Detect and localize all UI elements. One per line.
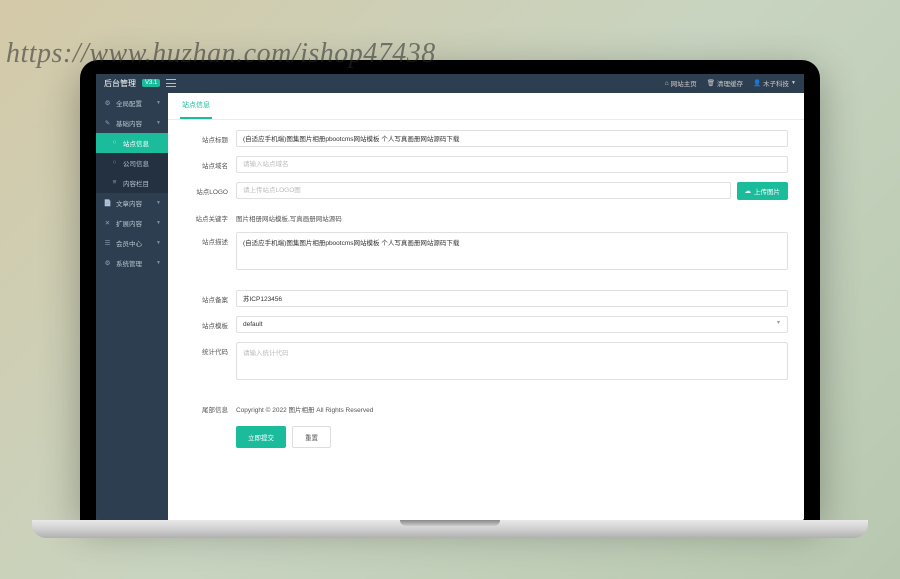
sidebar-icon: ≡ (110, 179, 119, 186)
laptop-notch (400, 520, 500, 526)
chevron-down-icon: ▼ (156, 200, 161, 206)
home-link[interactable]: ⌂ 网站主页 (665, 78, 697, 88)
reset-button[interactable]: 重置 (292, 426, 331, 448)
domain-input[interactable] (236, 156, 788, 173)
cloud-upload-icon: ☁ (745, 187, 752, 195)
sidebar-icon: ○ (110, 139, 119, 146)
sidebar-item-label: 会员中心 (116, 238, 156, 248)
stats-label: 统计代码 (184, 342, 236, 356)
sidebar-item-0[interactable]: ⚙ 全局配置▼ (96, 93, 168, 113)
tab-site-info[interactable]: 站点信息 (180, 93, 212, 119)
site-form: 站点标题 站点域名 站点LOGO ☁ 上传图片 (168, 120, 804, 458)
logo-label: 站点LOGO (184, 182, 236, 196)
version-badge: V3.1 (142, 79, 160, 87)
sidebar-item-label: 系统管理 (116, 258, 156, 268)
sidebar-icon: ○ (110, 159, 119, 166)
user-menu[interactable]: 👤 木子科技 ▼ (753, 78, 796, 88)
icp-label: 站点备案 (184, 290, 236, 304)
screen: 后台管理 V3.1 ⌂ 网站主页 🗑 清理缓存 👤 木子科技 ▼ (96, 74, 804, 520)
home-link-label: 网站主页 (671, 78, 697, 88)
icp-input[interactable] (236, 290, 788, 307)
user-icon: 👤 (753, 79, 761, 87)
sidebar-icon: 📄 (103, 199, 112, 207)
template-select[interactable] (236, 316, 788, 333)
sidebar-item-label: 基础内容 (116, 118, 156, 128)
sidebar-item-label: 全局配置 (116, 98, 156, 108)
stats-input[interactable] (236, 342, 788, 380)
chevron-down-icon: ▼ (791, 80, 796, 86)
keywords-value: 图片相册网站模板,写真画册网站源码 (236, 209, 788, 223)
clear-cache-link[interactable]: 🗑 清理缓存 (707, 78, 743, 88)
sidebar-item-8[interactable]: ⚙ 系统管理▼ (96, 253, 168, 273)
trash-icon: 🗑 (707, 79, 715, 87)
sidebar-item-3[interactable]: ○ 公司信息 (96, 153, 168, 173)
title-label: 站点标题 (184, 130, 236, 144)
desc-label: 站点描述 (184, 232, 236, 246)
clear-cache-label: 清理缓存 (717, 78, 743, 88)
desc-input[interactable] (236, 232, 788, 270)
sidebar-item-label: 内容栏目 (123, 178, 161, 188)
user-label: 木子科技 (763, 78, 789, 88)
topbar: 后台管理 V3.1 ⌂ 网站主页 🗑 清理缓存 👤 木子科技 ▼ (96, 74, 804, 93)
upload-button-label: 上传图片 (754, 186, 780, 196)
sidebar-icon: ⚙ (103, 259, 112, 267)
chevron-down-icon: ▼ (156, 240, 161, 246)
submit-button[interactable]: 立即提交 (236, 426, 286, 448)
sidebar-item-label: 文章内容 (116, 198, 156, 208)
sidebar: ⚙全局配置▼✎基础内容▼○站点信息○公司信息≡内容栏目📄文章内容▼✕扩展内容▼☰… (96, 93, 168, 520)
sidebar-item-7[interactable]: ☰ 会员中心▼ (96, 233, 168, 253)
sidebar-item-1[interactable]: ✎ 基础内容▼ (96, 113, 168, 133)
title-input[interactable] (236, 130, 788, 147)
logo-input[interactable] (236, 182, 731, 199)
main-content: 站点信息 站点标题 站点域名 站点LOGO (168, 93, 804, 520)
copyright-value: Copyright © 2022 图片相册 All Rights Reserve… (236, 400, 788, 414)
sidebar-item-5[interactable]: 📄 文章内容▼ (96, 193, 168, 213)
laptop-frame: 后台管理 V3.1 ⌂ 网站主页 🗑 清理缓存 👤 木子科技 ▼ (80, 60, 820, 520)
chevron-down-icon: ▼ (156, 260, 161, 266)
chevron-down-icon: ▼ (156, 100, 161, 106)
menu-toggle-icon[interactable] (166, 79, 176, 87)
sidebar-item-6[interactable]: ✕ 扩展内容▼ (96, 213, 168, 233)
brand-title: 后台管理 (104, 78, 136, 89)
upload-button[interactable]: ☁ 上传图片 (737, 182, 789, 200)
chevron-down-icon: ▼ (156, 220, 161, 226)
sidebar-item-label: 站点信息 (123, 138, 161, 148)
sidebar-item-label: 公司信息 (123, 158, 161, 168)
sidebar-icon: ✎ (103, 119, 112, 127)
copyright-label: 尾部信息 (184, 400, 236, 414)
chevron-down-icon: ▼ (156, 120, 161, 126)
keywords-label: 站点关键字 (184, 209, 236, 223)
sidebar-icon: ✕ (103, 219, 112, 227)
template-label: 站点模板 (184, 316, 236, 330)
sidebar-item-4[interactable]: ≡ 内容栏目 (96, 173, 168, 193)
tab-bar: 站点信息 (168, 93, 804, 120)
sidebar-item-2[interactable]: ○ 站点信息 (96, 133, 168, 153)
sidebar-icon: ☰ (103, 239, 112, 247)
home-icon: ⌂ (665, 80, 669, 87)
sidebar-item-label: 扩展内容 (116, 218, 156, 228)
sidebar-icon: ⚙ (103, 99, 112, 107)
laptop-base (32, 520, 868, 538)
domain-label: 站点域名 (184, 156, 236, 170)
